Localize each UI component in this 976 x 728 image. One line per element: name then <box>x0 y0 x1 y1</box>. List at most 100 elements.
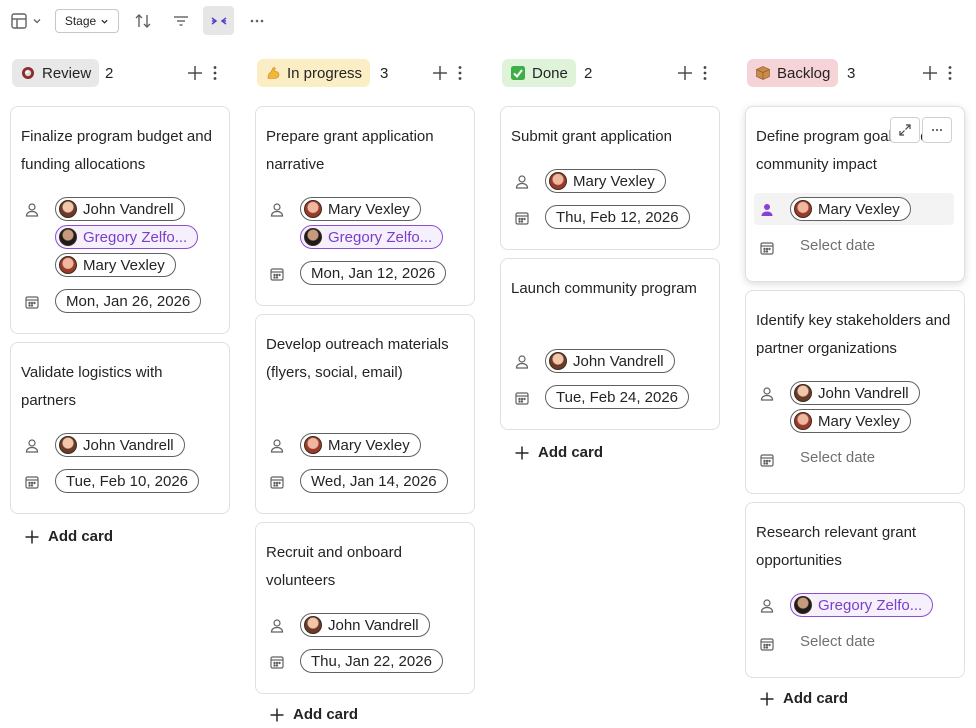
task-card-hovered[interactable]: Define program goals and community impac… <box>745 106 965 282</box>
select-date-placeholder[interactable]: Select date <box>800 235 875 257</box>
assignees-row[interactable]: Mary Vexley <box>266 433 421 457</box>
add-card-button[interactable]: Add card <box>514 444 603 461</box>
task-card[interactable]: Validate logistics with partners John Va… <box>10 342 230 514</box>
avatar <box>304 436 322 454</box>
task-card[interactable]: Prepare grant application narrative Mary… <box>255 106 475 306</box>
task-card[interactable]: Submit grant application Mary Vexley Thu… <box>500 106 720 250</box>
date-row[interactable]: Thu, Jan 22, 2026 <box>266 649 443 673</box>
add-card-button[interactable]: Add card <box>269 706 358 723</box>
assignee-chip[interactable]: Mary Vexley <box>300 197 421 221</box>
assignee-chip[interactable]: Gregory Zelfo... <box>300 225 444 249</box>
more-options-button[interactable] <box>244 8 270 34</box>
assignees-row[interactable]: Mary Vexley Gregory Zelfo... <box>266 197 444 249</box>
card-more-button[interactable] <box>922 117 952 143</box>
date-row[interactable]: Thu, Feb 12, 2026 <box>511 205 690 229</box>
assignee-name: Mary Vexley <box>818 200 900 218</box>
chevron-down-icon <box>101 19 108 24</box>
column-title: In progress <box>287 64 363 82</box>
column-label-pill[interactable]: Done <box>502 59 576 87</box>
due-date-chip[interactable]: Tue, Feb 10, 2026 <box>55 469 200 493</box>
task-card[interactable]: Identify key stakeholders and partner or… <box>745 290 965 494</box>
assignee-name: John Vandrell <box>83 436 174 454</box>
assignees-row[interactable]: Mary Vexley <box>756 197 911 221</box>
sort-button[interactable] <box>130 8 156 34</box>
avatar <box>794 412 812 430</box>
person-icon <box>266 435 288 457</box>
assignees-row[interactable]: John Vandrell Mary Vexley <box>756 381 920 433</box>
assignees-row[interactable]: John Vandrell Gregory Zelfo... Mary Vexl… <box>21 197 199 277</box>
column-in-progress: In progress 3 Prepare grant application … <box>255 58 479 723</box>
assignees-row[interactable]: Mary Vexley <box>511 169 666 193</box>
assignee-chip[interactable]: Gregory Zelfo... <box>55 225 199 249</box>
assignees-row[interactable]: John Vandrell <box>266 613 430 637</box>
assignee-chip[interactable]: John Vandrell <box>55 197 185 221</box>
due-date-chip[interactable]: Tue, Feb 24, 2026 <box>545 385 690 409</box>
task-card[interactable]: Recruit and onboard volunteers John Vand… <box>255 522 475 694</box>
date-row[interactable]: Select date <box>756 447 875 471</box>
date-row[interactable]: Mon, Jan 26, 2026 <box>21 289 202 313</box>
task-card[interactable]: Research relevant grant opportunities Gr… <box>745 502 965 678</box>
filter-button[interactable] <box>168 8 194 34</box>
column-label-pill[interactable]: Backlog <box>747 59 839 87</box>
add-card-button[interactable]: Add card <box>759 690 848 707</box>
assignees-row[interactable]: John Vandrell <box>511 349 675 373</box>
assignee-chip[interactable]: Mary Vexley <box>300 433 421 457</box>
date-row[interactable]: Tue, Feb 24, 2026 <box>511 385 690 409</box>
add-card-icon[interactable] <box>676 64 694 82</box>
date-row[interactable]: Mon, Jan 12, 2026 <box>266 261 447 285</box>
column-more-icon[interactable] <box>206 64 224 82</box>
task-card[interactable]: Develop outreach materials (flyers, soci… <box>255 314 475 514</box>
assignee-name: Mary Vexley <box>328 436 410 454</box>
package-icon <box>755 65 771 81</box>
due-date-chip[interactable]: Mon, Jan 12, 2026 <box>300 261 447 285</box>
add-card-icon[interactable] <box>431 64 449 82</box>
date-row[interactable]: Select date <box>756 235 875 259</box>
assignees-row[interactable]: John Vandrell <box>21 433 185 457</box>
add-card-icon[interactable] <box>186 64 204 82</box>
avatar <box>794 200 812 218</box>
assignee-chip[interactable]: John Vandrell <box>300 613 430 637</box>
column-more-icon[interactable] <box>451 64 469 82</box>
layout-switcher[interactable] <box>6 9 46 33</box>
assignee-chip[interactable]: Mary Vexley <box>790 409 911 433</box>
task-card[interactable]: Finalize program budget and funding allo… <box>10 106 230 334</box>
due-date-chip[interactable]: Wed, Jan 14, 2026 <box>300 469 448 493</box>
group-by-stage-dropdown[interactable]: Stage <box>55 9 119 33</box>
assignees-row[interactable]: Gregory Zelfo... <box>756 593 934 617</box>
column-more-icon[interactable] <box>941 64 959 82</box>
assignee-chip[interactable]: Gregory Zelfo... <box>790 593 934 617</box>
due-date-chip[interactable]: Thu, Jan 22, 2026 <box>300 649 443 673</box>
chevron-down-icon <box>33 19 41 24</box>
assignee-chip[interactable]: John Vandrell <box>55 433 185 457</box>
avatar <box>549 172 567 190</box>
due-date-chip[interactable]: Thu, Feb 12, 2026 <box>545 205 690 229</box>
column-more-icon[interactable] <box>696 64 714 82</box>
date-row[interactable]: Tue, Feb 10, 2026 <box>21 469 200 493</box>
assignee-chip[interactable]: Mary Vexley <box>545 169 666 193</box>
date-row[interactable]: Select date <box>756 631 875 655</box>
ellipsis-icon <box>932 129 942 131</box>
select-date-placeholder[interactable]: Select date <box>800 631 875 653</box>
assignee-chip[interactable]: Mary Vexley <box>55 253 176 277</box>
sort-icon <box>135 14 151 28</box>
collapse-cards-button[interactable] <box>203 6 234 35</box>
card-title: Recruit and onboard volunteers <box>266 544 402 589</box>
assignee-name: John Vandrell <box>328 616 419 634</box>
due-date-chip[interactable]: Mon, Jan 26, 2026 <box>55 289 202 313</box>
column-label-pill[interactable]: In progress <box>257 59 371 87</box>
add-card-label: Add card <box>293 706 359 723</box>
add-card-icon[interactable] <box>921 64 939 82</box>
add-card-button[interactable]: Add card <box>24 528 113 545</box>
person-icon <box>21 199 43 221</box>
column-label-pill[interactable]: Review <box>12 59 100 87</box>
avatar <box>59 200 77 218</box>
open-card-button[interactable] <box>890 117 920 143</box>
column-backlog: Backlog 3 Define program goals and commu… <box>745 58 969 707</box>
assignee-chip[interactable]: Mary Vexley <box>790 197 911 221</box>
card-title: Research relevant grant opportunities <box>756 524 917 569</box>
date-row[interactable]: Wed, Jan 14, 2026 <box>266 469 448 493</box>
task-card[interactable]: Launch community program John Vandrell T… <box>500 258 720 430</box>
assignee-chip[interactable]: John Vandrell <box>545 349 675 373</box>
select-date-placeholder[interactable]: Select date <box>800 447 875 469</box>
assignee-chip[interactable]: John Vandrell <box>790 381 920 405</box>
